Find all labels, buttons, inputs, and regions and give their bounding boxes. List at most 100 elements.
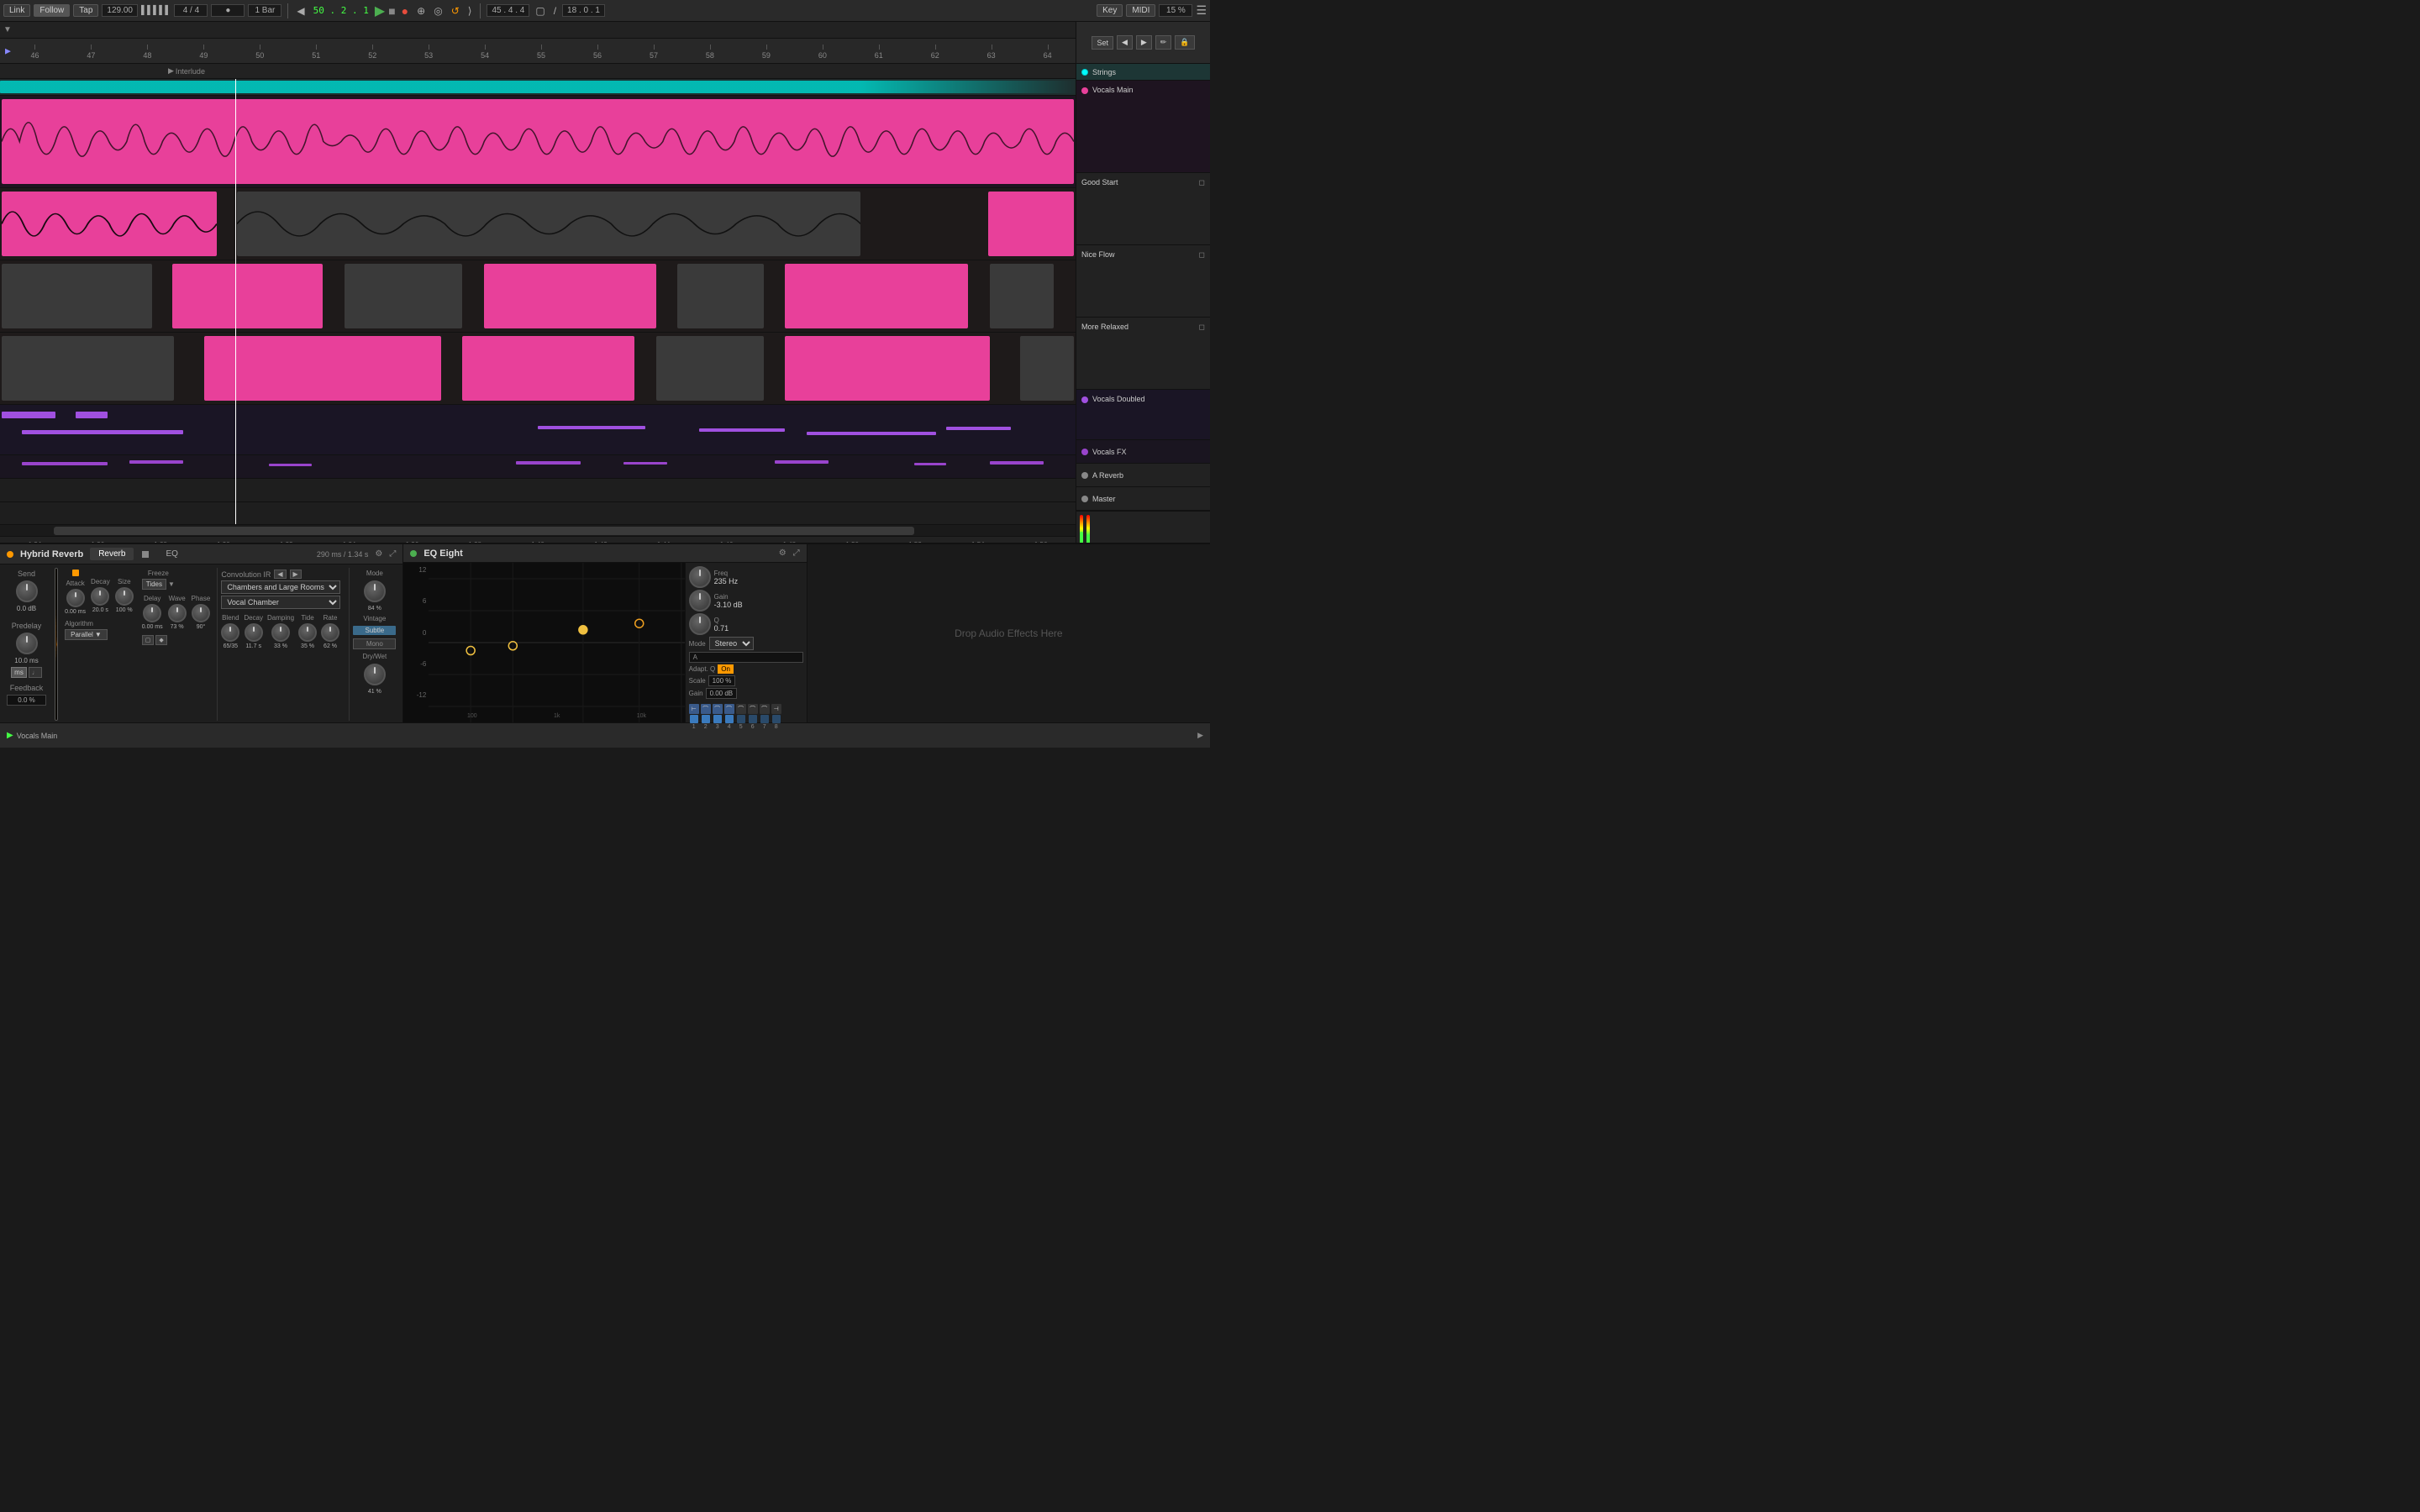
- rp-vocals-doubled-track[interactable]: Vocals Doubled: [1076, 390, 1210, 440]
- band-5-checkbox[interactable]: [737, 715, 745, 723]
- reverb-settings-icon[interactable]: ⚙: [375, 549, 382, 559]
- rp-strings-track[interactable]: Strings: [1076, 64, 1210, 81]
- drywet-knob[interactable]: [364, 664, 386, 685]
- loop-end-display[interactable]: 18 . 0 . 1: [562, 4, 605, 17]
- reverb-tab[interactable]: Reverb: [90, 548, 134, 560]
- nf-clip-7[interactable]: [990, 264, 1055, 328]
- hamburger-icon[interactable]: ☰: [1196, 3, 1207, 18]
- strings-clip[interactable]: [0, 81, 1076, 93]
- mr-clip-3[interactable]: [462, 336, 634, 401]
- blend-knob[interactable]: [221, 623, 239, 642]
- rp-pencil-button[interactable]: ✏: [1155, 35, 1172, 50]
- damping-knob[interactable]: [271, 623, 290, 642]
- mr-clip-5[interactable]: [785, 336, 989, 401]
- tide-knob[interactable]: [298, 623, 317, 642]
- good-start-clip-3[interactable]: [988, 192, 1074, 256]
- stop-icon[interactable]: ■: [388, 4, 395, 18]
- convolution-type-select[interactable]: Chambers and Large Rooms: [221, 580, 340, 594]
- q-knob[interactable]: [689, 613, 711, 635]
- time-sig-display[interactable]: 4 / 4: [174, 4, 208, 17]
- key-button[interactable]: Key: [1097, 4, 1123, 17]
- rate-knob[interactable]: [321, 623, 339, 642]
- band-6-checkbox[interactable]: [749, 715, 757, 723]
- eq-band4-point[interactable]: [579, 626, 587, 634]
- collapse-bar[interactable]: ▼: [0, 22, 1076, 39]
- nf-clip-6[interactable]: [785, 264, 968, 328]
- band-1-checkbox[interactable]: [690, 715, 698, 723]
- freq-knob[interactable]: [689, 566, 711, 588]
- predelay-knob[interactable]: [16, 633, 38, 654]
- good-start-clip-2[interactable]: [237, 192, 860, 256]
- band-6-type-icon[interactable]: ⌒: [748, 704, 758, 714]
- phase-knob[interactable]: [192, 604, 210, 622]
- clip-icon[interactable]: ◎: [431, 5, 445, 17]
- nf-clip-4[interactable]: [484, 264, 656, 328]
- mr-clip-4[interactable]: [656, 336, 764, 401]
- follow-button[interactable]: Follow: [34, 4, 70, 17]
- band-1-type-icon[interactable]: ⊢: [689, 704, 699, 714]
- nf-clip-2[interactable]: [172, 264, 323, 328]
- rp-more-relaxed-track[interactable]: More Relaxed ◻: [1076, 318, 1210, 390]
- rp-vocals-fx-track[interactable]: Vocals FX: [1076, 440, 1210, 464]
- rp-lock-button[interactable]: 🔒: [1175, 35, 1194, 50]
- band-4-type-icon[interactable]: ⌒: [724, 704, 734, 714]
- algo-shape-2[interactable]: ◆: [155, 635, 166, 645]
- size-knob[interactable]: [115, 587, 134, 606]
- set-button[interactable]: Set: [1092, 36, 1113, 50]
- sync-button[interactable]: ♩: [29, 667, 42, 678]
- wave-knob[interactable]: [168, 604, 187, 622]
- send-knob[interactable]: [16, 580, 38, 602]
- zoom-display[interactable]: 15 %: [1159, 4, 1192, 17]
- adapt-q-on-button[interactable]: On: [718, 664, 734, 674]
- convolution-preset-select[interactable]: Vocal Chamber: [221, 596, 340, 609]
- reverb-resize-icon[interactable]: ⤢: [389, 549, 396, 559]
- mr-clip-1[interactable]: [2, 336, 174, 401]
- rp-forward-button[interactable]: ▶: [1136, 35, 1152, 50]
- delay-knob[interactable]: [143, 604, 161, 622]
- tap-button[interactable]: Tap: [73, 4, 98, 17]
- parallel-button[interactable]: Parallel ▼: [65, 629, 108, 640]
- loop-icon[interactable]: ↺: [449, 5, 462, 17]
- mr-clip-2[interactable]: [204, 336, 441, 401]
- arrangement-icon[interactable]: ⊕: [414, 5, 428, 17]
- pencil-icon[interactable]: /: [551, 5, 559, 17]
- freeze-value-button[interactable]: Tides: [142, 579, 166, 590]
- band-5-type-icon[interactable]: ⌒: [736, 704, 746, 714]
- punch-icon[interactable]: ⟩: [466, 5, 475, 17]
- eq-resize-icon[interactable]: ⤢: [793, 549, 800, 558]
- band-3-type-icon[interactable]: ⌒: [713, 704, 723, 714]
- decay2-knob[interactable]: [245, 623, 263, 642]
- vd-clip-2[interactable]: [76, 412, 108, 418]
- nf-clip-1[interactable]: [2, 264, 152, 328]
- good-start-clip-1[interactable]: [2, 192, 217, 256]
- freeze-arrow[interactable]: ▼: [168, 580, 175, 588]
- metro-display[interactable]: ●: [211, 4, 245, 17]
- scrollbar-thumb[interactable]: [54, 527, 914, 535]
- bass-mode-button[interactable]: Mono: [353, 638, 396, 649]
- play-icon[interactable]: ▶: [375, 3, 385, 19]
- bpm-display[interactable]: 129.00: [102, 4, 138, 17]
- vintage-mode-button[interactable]: Subtle: [353, 626, 396, 635]
- eq-settings-icon[interactable]: ⚙: [779, 549, 786, 558]
- rp-master-track[interactable]: Master: [1076, 487, 1210, 511]
- link-button[interactable]: Link: [3, 4, 30, 17]
- rp-good-start-track[interactable]: Good Start ◻: [1076, 173, 1210, 245]
- vd-clip-1[interactable]: [2, 412, 55, 418]
- conv-next-button[interactable]: ▶: [290, 570, 302, 579]
- band-7-type-icon[interactable]: ⌒: [760, 704, 770, 714]
- back-icon[interactable]: ◀: [294, 5, 307, 17]
- attack-knob[interactable]: [66, 589, 85, 607]
- record-icon[interactable]: ●: [399, 4, 411, 18]
- band-3-checkbox[interactable]: [713, 715, 722, 723]
- algo-shape-1[interactable]: ▢: [142, 635, 155, 645]
- midi-button[interactable]: MIDI: [1126, 4, 1155, 17]
- ms-button[interactable]: ms: [11, 667, 27, 678]
- rp-back-button[interactable]: ◀: [1117, 35, 1133, 50]
- mode-select[interactable]: Stereo: [709, 637, 754, 650]
- quantize-display[interactable]: 1 Bar: [248, 4, 281, 17]
- band-7-checkbox[interactable]: [760, 715, 769, 723]
- band-2-checkbox[interactable]: [702, 715, 710, 723]
- nf-clip-5[interactable]: [677, 264, 763, 328]
- rp-vocals-main-track[interactable]: Vocals Main: [1076, 81, 1210, 173]
- band-8-checkbox[interactable]: [772, 715, 781, 723]
